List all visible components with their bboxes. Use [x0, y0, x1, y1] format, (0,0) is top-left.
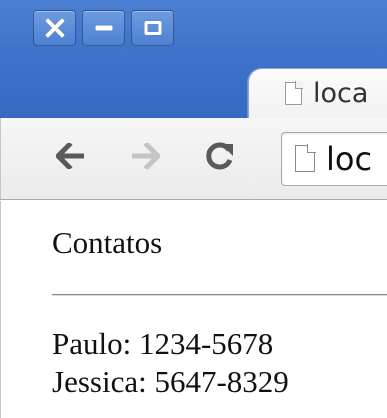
- reload-button[interactable]: [200, 136, 240, 176]
- title-bar: loca: [0, 0, 387, 118]
- browser-toolbar: loc: [0, 118, 387, 200]
- forward-button[interactable]: [125, 136, 165, 176]
- back-arrow-icon: [56, 143, 84, 169]
- page-icon: [295, 144, 316, 172]
- minimize-icon: [95, 25, 112, 31]
- page-content: Contatos Paulo: 1234-5678 Jessica: 5647-…: [0, 201, 387, 418]
- close-icon: [44, 17, 66, 39]
- close-window-button[interactable]: [33, 10, 76, 46]
- contact-item: Jessica: 5647-8329: [52, 364, 289, 399]
- browser-window: loca loc Contatos Paulo: 1234-5678 Jessi…: [0, 0, 387, 418]
- horizontal-rule: [52, 294, 387, 296]
- back-button[interactable]: [51, 136, 91, 176]
- maximize-icon: [144, 21, 161, 35]
- contact-item: Paulo: 1234-5678: [52, 326, 274, 361]
- page-heading: Contatos: [52, 225, 163, 260]
- maximize-window-button[interactable]: [131, 10, 174, 46]
- page-icon: [285, 81, 303, 105]
- minimize-window-button[interactable]: [82, 10, 125, 46]
- reload-icon: [206, 142, 233, 170]
- address-bar-url[interactable]: loc: [326, 140, 372, 178]
- browser-tab[interactable]: loca: [248, 68, 387, 118]
- tab-title: loca: [313, 78, 369, 109]
- contact-list: Paulo: 1234-5678 Jessica: 5647-8329: [52, 325, 289, 401]
- forward-arrow-icon: [132, 143, 160, 169]
- address-bar[interactable]: loc: [281, 132, 387, 186]
